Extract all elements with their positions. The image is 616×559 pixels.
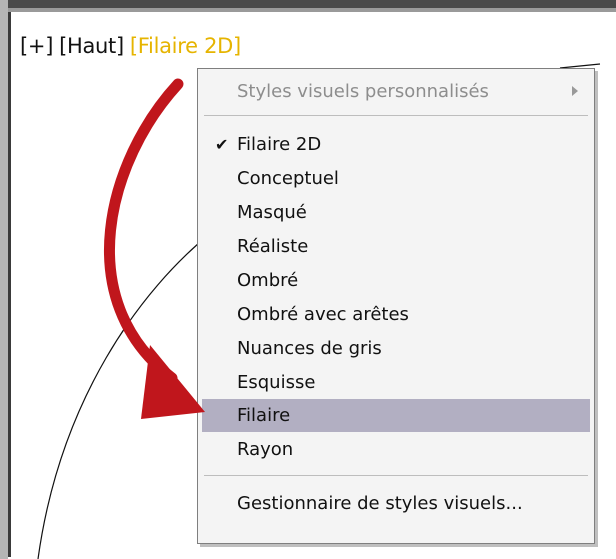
annotation-arrow-head [141, 345, 205, 419]
annotation-arrow [104, 78, 205, 419]
annotation-arrow-shaft [104, 78, 184, 384]
